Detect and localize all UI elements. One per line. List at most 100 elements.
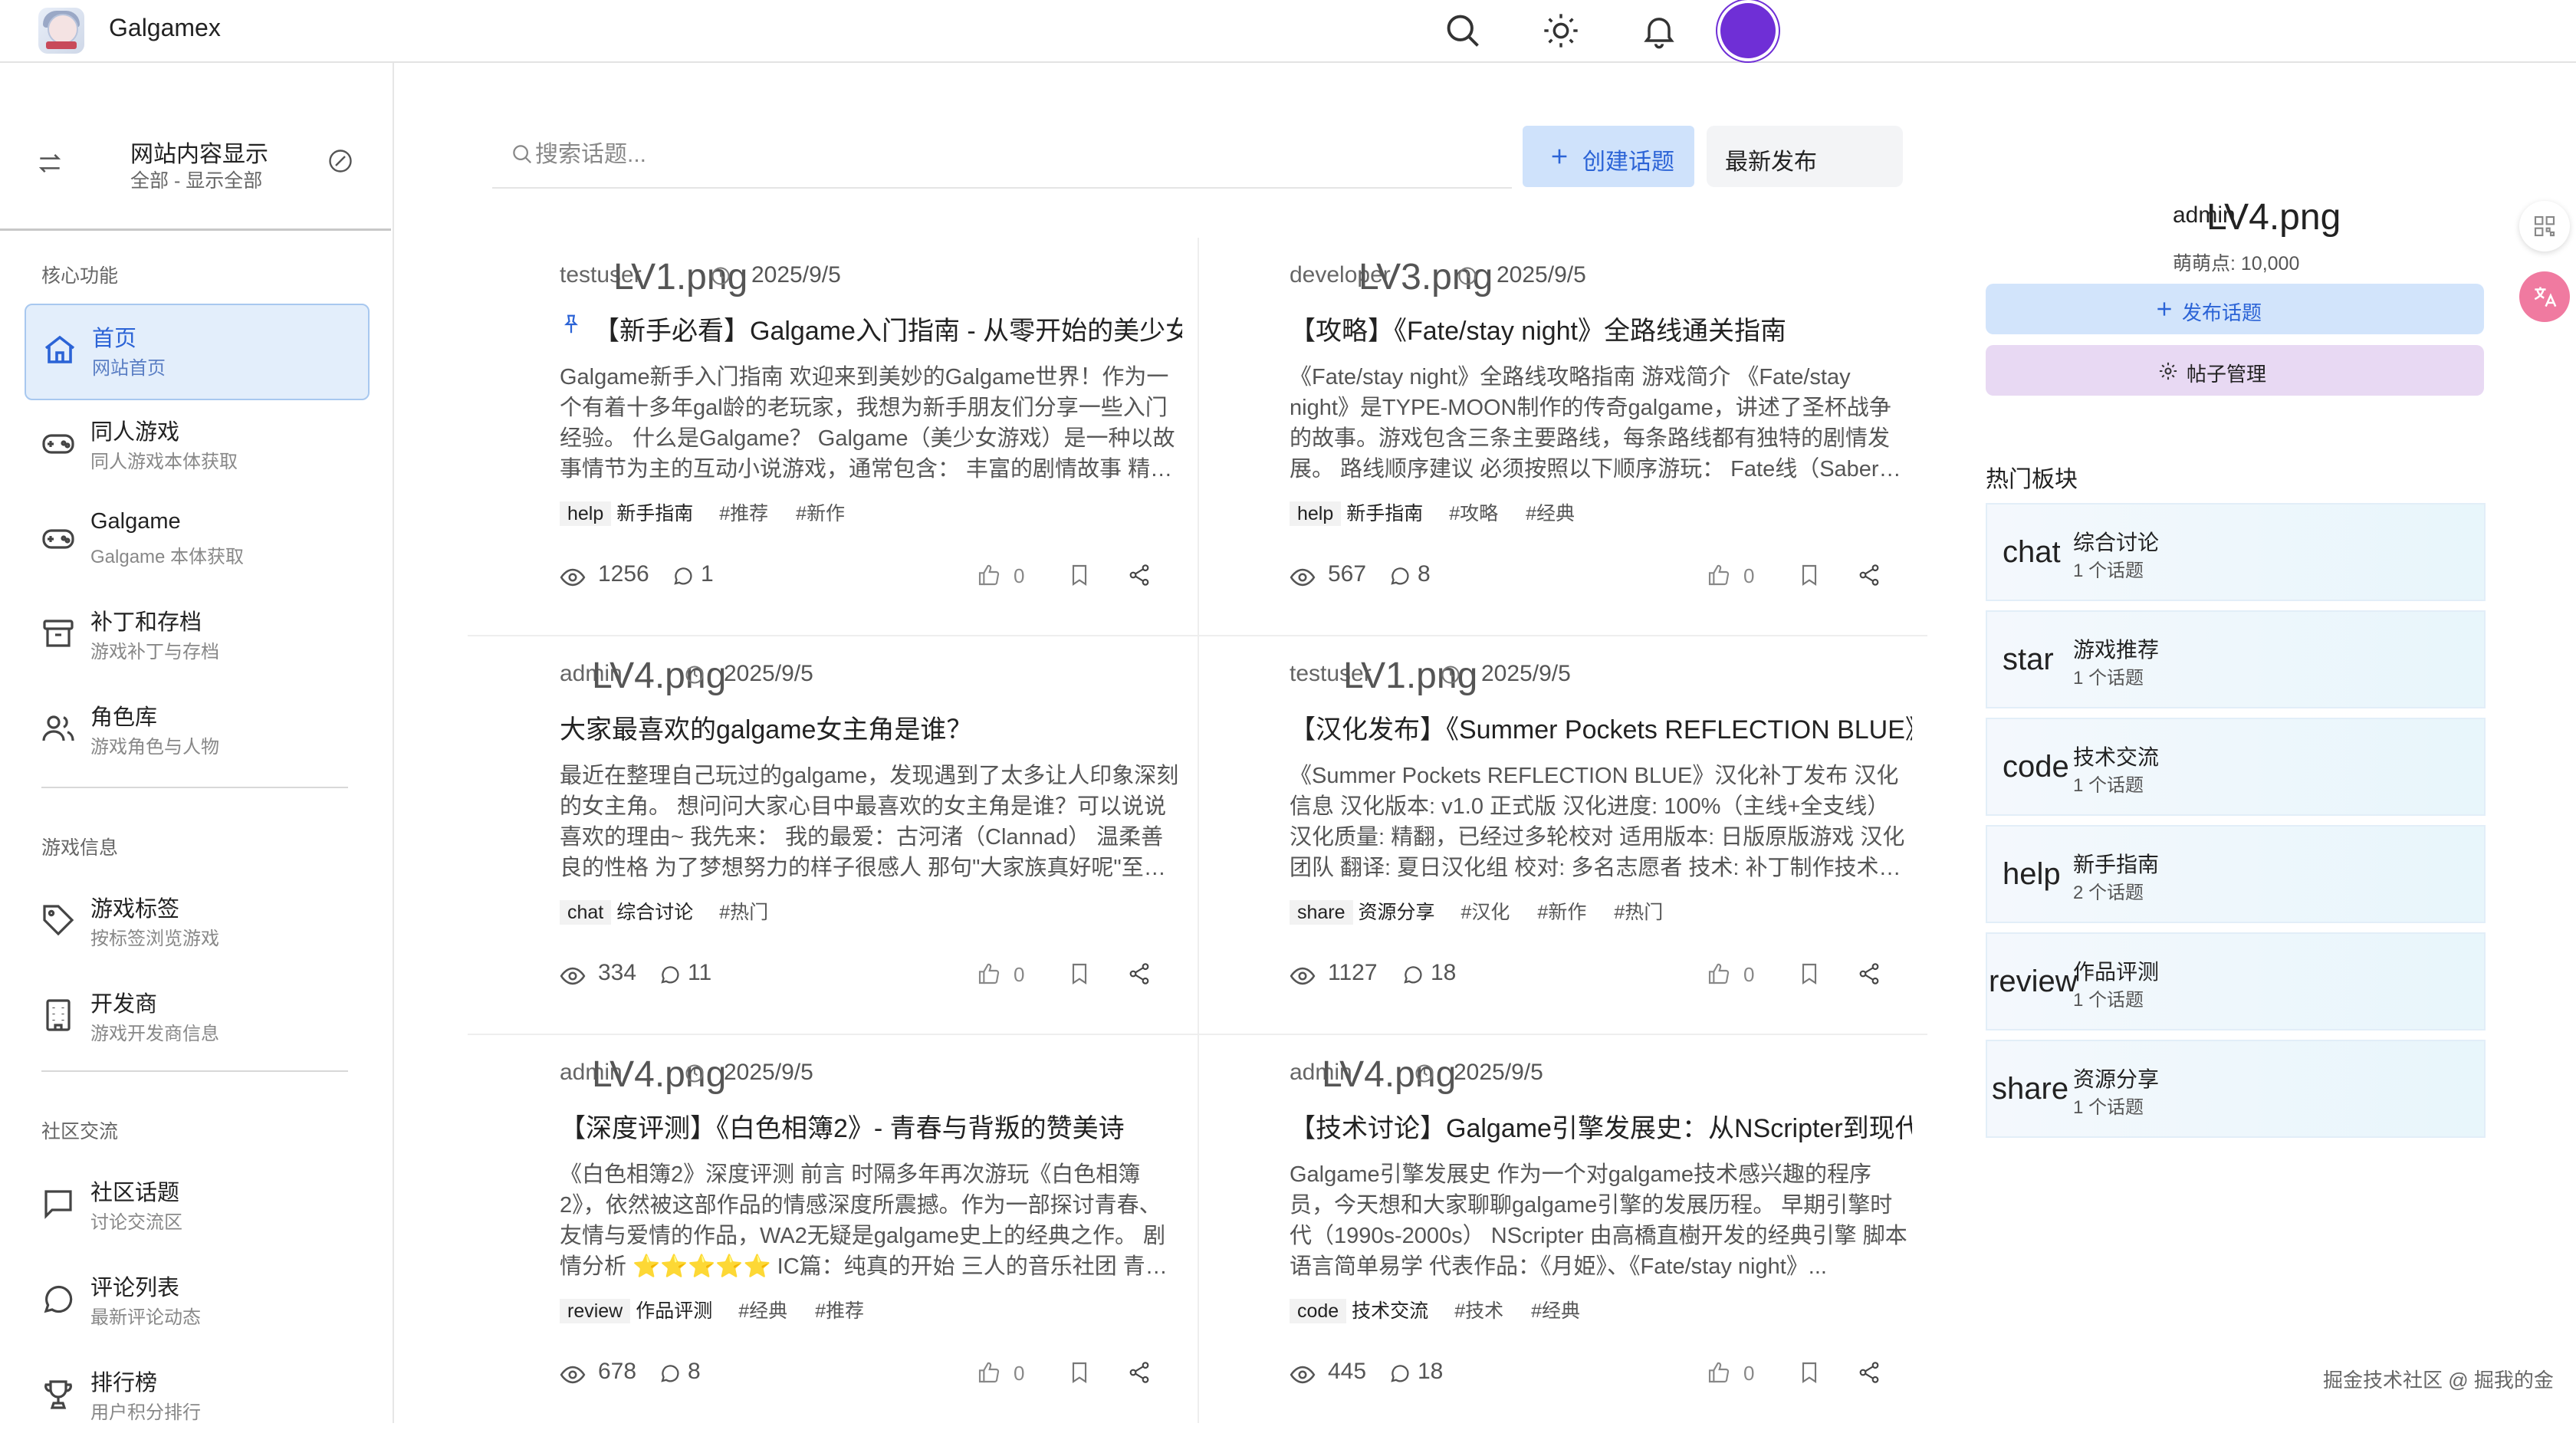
sun-icon[interactable] — [1541, 11, 1581, 51]
sidebar-item-developers[interactable]: 开发商 游戏开发商信息 — [25, 971, 366, 1064]
bookmark-icon[interactable] — [1797, 961, 1822, 986]
sort-select[interactable]: 最新发布 — [1707, 126, 1903, 187]
site-display-subtitle: 全部 - 显示全部 — [130, 170, 263, 192]
thumbs-up-icon[interactable] — [1707, 1360, 1731, 1385]
search-icon[interactable] — [1443, 11, 1483, 51]
post-date: 2025/9/5 — [1497, 262, 1586, 288]
post-card[interactable]: admin LV4.png 2025/9/5 【技术讨论】Galgame引擎发展史：从… — [1198, 1035, 1929, 1434]
sidebar-item-patches[interactable]: 补丁和存档 游戏补丁与存档 — [25, 589, 366, 682]
app-logo[interactable] — [38, 8, 84, 54]
thumbs-up-icon[interactable] — [977, 961, 1001, 986]
sidebar-item-tags[interactable]: 游戏标签 按标签浏览游戏 — [25, 876, 366, 969]
post-tag[interactable]: #推荐 — [815, 1300, 864, 1322]
post-tag[interactable]: #经典 — [1526, 503, 1575, 524]
post-tag[interactable]: #攻略 — [1449, 503, 1498, 524]
search-box[interactable] — [492, 123, 1512, 189]
post-title[interactable]: 大家最喜欢的galgame女主角是谁？ — [560, 708, 1182, 746]
bookmark-icon[interactable] — [1067, 1360, 1092, 1385]
sidebar-item-home[interactable]: 首页 网站首页 — [25, 304, 370, 400]
hot-board-card[interactable]: review 作品评测 1 个话题 — [1986, 932, 2486, 1030]
post-title[interactable]: 【深度评测】《白色相簿2》- 青春与背叛的赞美诗 — [560, 1107, 1182, 1145]
post-card[interactable]: admin LV4.png 2025/9/5 大家最喜欢的galgame女主角是谁？最… — [468, 636, 1199, 1035]
search-input[interactable] — [534, 136, 1457, 173]
comment-icon[interactable] — [1388, 564, 1411, 587]
post-tag[interactable]: #新作 — [796, 503, 845, 524]
comment-icon[interactable] — [659, 963, 682, 986]
category-name[interactable]: 资源分享 — [1359, 902, 1435, 923]
view-count: 334 — [598, 960, 637, 985]
board-name: 资源分享 — [2073, 1067, 2160, 1091]
thumbs-up-icon[interactable] — [1707, 563, 1731, 587]
comment-icon[interactable] — [659, 1362, 682, 1385]
bookmark-icon[interactable] — [1797, 563, 1822, 587]
hot-board-card[interactable]: share 资源分享 1 个话题 — [1986, 1040, 2486, 1138]
sidebar-item-characters[interactable]: 角色库 游戏角色与人物 — [25, 684, 366, 777]
publish-topic-button[interactable]: 发布话题 — [1986, 284, 2484, 334]
bell-icon[interactable] — [1639, 11, 1679, 51]
sidebar-item-comments[interactable]: 评论列表 最新评论动态 — [25, 1254, 366, 1348]
sidebar-item-label: 评论列表 — [90, 1276, 180, 1300]
post-tag[interactable]: #汉化 — [1461, 902, 1510, 923]
share-icon[interactable] — [1127, 961, 1152, 986]
hot-board-card[interactable]: code 技术交流 1 个话题 — [1986, 718, 2486, 816]
hot-board-card[interactable]: star 游戏推荐 1 个话题 — [1986, 610, 2486, 708]
share-icon[interactable] — [1857, 563, 1881, 587]
circle-slash-icon[interactable] — [327, 147, 354, 175]
post-tag[interactable]: #热门 — [1614, 902, 1663, 923]
category-name[interactable]: 综合讨论 — [616, 902, 693, 923]
hot-board-card[interactable]: help 新手指南 2 个话题 — [1986, 825, 2486, 923]
share-icon[interactable] — [1857, 1360, 1881, 1385]
hot-board-card[interactable]: chat 综合讨论 1 个话题 — [1986, 503, 2486, 601]
qr-code-button[interactable] — [2519, 201, 2570, 251]
bookmark-icon[interactable] — [1067, 961, 1092, 986]
post-tag[interactable]: #推荐 — [719, 503, 768, 524]
sidebar-item-topics[interactable]: 社区话题 讨论交流区 — [25, 1159, 366, 1253]
post-title[interactable]: 【攻略】《Fate/stay night》全路线通关指南 — [1290, 310, 1912, 347]
create-topic-button[interactable]: 创建话题 — [1523, 126, 1694, 187]
post-tag[interactable]: #热门 — [719, 902, 768, 923]
site-display-box[interactable]: 网站内容显示 全部 - 显示全部 — [0, 63, 391, 231]
translate-button[interactable] — [2519, 271, 2570, 322]
thumbs-up-icon[interactable] — [1707, 961, 1731, 986]
post-title[interactable]: 【新手必看】Galgame入门指南 - 从零开始的美少女游戏世界 — [593, 310, 1182, 347]
sidebar-item-leaderboard[interactable]: 排行榜 用户积分排行 — [25, 1349, 366, 1443]
comment-count: 1 — [701, 561, 714, 587]
board-topic-count: 1 个话题 — [2073, 775, 2144, 796]
bookmark-icon[interactable] — [1797, 1360, 1822, 1385]
sidebar-item-sub: 网站首页 — [92, 358, 166, 379]
thumbs-up-icon[interactable] — [977, 563, 1001, 587]
post-card[interactable]: admin LV4.png 2025/9/5 【深度评测】《白色相簿2》- 青春与背叛… — [468, 1035, 1199, 1434]
manage-posts-label: 帖子管理 — [2187, 363, 2267, 386]
post-tag[interactable]: #技术 — [1454, 1300, 1503, 1322]
eye-icon — [560, 1362, 586, 1384]
post-title[interactable]: 【技术讨论】Galgame引擎发展史：从NScripter到现代引擎 — [1290, 1107, 1912, 1145]
post-card[interactable]: testuser LV1.png 2025/9/5 【新手必看】Galgame入门指南… — [468, 238, 1199, 636]
swap-icon[interactable] — [35, 149, 64, 178]
share-icon[interactable] — [1127, 1360, 1152, 1385]
manage-posts-button[interactable]: 帖子管理 — [1986, 345, 2484, 396]
section-title-community: 社区交流 — [41, 1121, 119, 1142]
category-name[interactable]: 新手指南 — [616, 503, 693, 524]
share-icon[interactable] — [1127, 563, 1152, 587]
thumbs-up-icon[interactable] — [977, 1360, 1001, 1385]
sidebar-item-doujin-games[interactable]: 同人游戏 同人游戏本体获取 — [25, 399, 366, 492]
post-title[interactable]: 【汉化发布】《Summer Pockets REFLECTION BLUE》完整… — [1290, 708, 1912, 746]
post-card[interactable]: testuser LV1.png 2025/9/5 【汉化发布】《Summer Poc… — [1198, 636, 1929, 1035]
post-tag[interactable]: #经典 — [738, 1300, 787, 1322]
avatar[interactable] — [1720, 3, 1776, 58]
post-card[interactable]: developer LV3.png 2025/9/5 【攻略】《Fate/stay n… — [1198, 238, 1929, 636]
comment-icon[interactable] — [672, 564, 695, 587]
comment-icon[interactable] — [1401, 963, 1424, 986]
sidebar-item-galgame[interactable]: Galgame Galgame 本体获取 — [25, 494, 366, 587]
category-name[interactable]: 作品评测 — [636, 1300, 712, 1322]
app-title[interactable]: Galgamex — [109, 14, 221, 42]
bookmark-icon[interactable] — [1067, 563, 1092, 587]
post-tag[interactable]: #经典 — [1531, 1300, 1580, 1322]
comment-icon[interactable] — [1388, 1362, 1411, 1385]
share-icon[interactable] — [1857, 961, 1881, 986]
site-display-title: 网站内容显示 — [130, 142, 268, 167]
post-tag[interactable]: #新作 — [1537, 902, 1586, 923]
divider — [41, 1070, 348, 1072]
category-name[interactable]: 技术交流 — [1352, 1300, 1428, 1322]
category-name[interactable]: 新手指南 — [1346, 503, 1423, 524]
